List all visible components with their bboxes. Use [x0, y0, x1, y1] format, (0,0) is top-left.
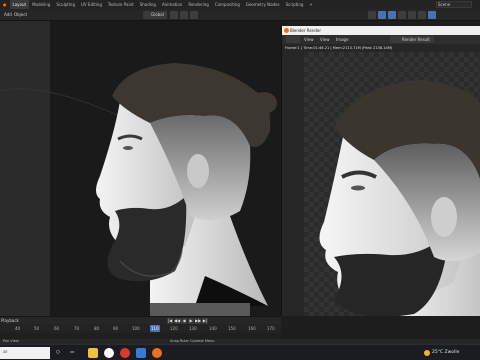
tab-uv-editing[interactable]: UV Editing	[78, 0, 105, 9]
render-canvas[interactable]	[304, 52, 480, 316]
timeline-header: Playback |◀ ◀◀ ◀ ▶ ▶▶ ▶|	[0, 316, 281, 324]
tab-texture-paint[interactable]: Texture Paint	[105, 0, 137, 9]
opera-icon[interactable]	[120, 348, 130, 358]
ruler-tick: 70	[74, 326, 80, 331]
menu-add[interactable]: Add	[4, 11, 12, 18]
3d-viewport[interactable]	[0, 21, 281, 316]
blender-logo-icon	[284, 28, 289, 33]
image-name: Render Result	[402, 37, 430, 42]
ruler-tick: 90	[113, 326, 119, 331]
photos-icon[interactable]	[136, 348, 146, 358]
weather-text[interactable]: 25°C Zwolle	[432, 345, 459, 360]
ruler-tick: 160	[248, 326, 256, 331]
file-explorer-icon[interactable]	[88, 348, 98, 358]
tab-geometry-nodes[interactable]: Geometry Nodes	[243, 0, 283, 9]
blender-logo-icon[interactable]: ●	[0, 0, 10, 9]
workspace-tabs: ● Layout Modeling Sculpting UV Editing T…	[0, 0, 480, 9]
tab-shading[interactable]: Shading	[137, 0, 159, 9]
material-shading-icon[interactable]	[418, 11, 426, 19]
tab-compositing[interactable]: Compositing	[212, 0, 243, 9]
solid-shading-icon[interactable]	[408, 11, 416, 19]
orientation-label: Global	[151, 12, 164, 17]
task-view-icon[interactable]: ▭	[70, 345, 74, 360]
windows-taskbar: ar ○ ▭ 25°C Zwolle	[0, 344, 480, 360]
xray-icon[interactable]	[398, 11, 406, 19]
gizmo-icon[interactable]	[378, 11, 386, 19]
start-icon[interactable]: ○	[56, 345, 60, 360]
snap-icon[interactable]	[180, 11, 188, 19]
tab-scripting[interactable]: Scripting	[283, 0, 307, 9]
render-window-title: Blender Render	[290, 28, 322, 33]
tab-modeling[interactable]: Modeling	[29, 0, 53, 9]
ruler-tick: 40	[15, 326, 21, 331]
viewport-shading-icons	[368, 11, 436, 19]
ruler-tick: 50	[34, 326, 40, 331]
ruler-tick: 140	[209, 326, 217, 331]
snap-icons	[170, 11, 198, 19]
ruler-tick: 150	[228, 326, 236, 331]
menu-object[interactable]: Object	[14, 11, 27, 18]
menu-image[interactable]: Image	[336, 36, 349, 43]
render-titlebar[interactable]: Blender Render	[282, 26, 480, 35]
add-workspace-button[interactable]: +	[306, 2, 315, 7]
menu-view-2[interactable]: View	[320, 36, 330, 43]
viewport-header: Add Object Global	[0, 9, 480, 21]
weather-sun-icon	[424, 350, 430, 356]
overlay-icon[interactable]	[388, 11, 396, 19]
ruler-tick: 100	[132, 326, 140, 331]
ruler-tick: 170	[267, 326, 275, 331]
tab-sculpting[interactable]: Sculpting	[53, 0, 78, 9]
blender-taskbar-icon[interactable]	[152, 348, 162, 358]
render-menubar: View View Image Render Result	[282, 35, 480, 44]
editor-type-button[interactable]	[286, 36, 300, 43]
tab-layout[interactable]: Layout	[9, 0, 30, 9]
proportional-edit-icon[interactable]	[190, 11, 198, 19]
render-head-image	[319, 80, 480, 316]
render-info: Frame:1 | Time:01:46.21 | Mem:2113.71M (…	[285, 46, 393, 50]
current-frame[interactable]: 110	[150, 325, 160, 332]
timeline-ruler[interactable]: 40 50 60 70 80 90 100 110 120 130 140 15…	[0, 324, 281, 333]
taskbar-search-input[interactable]: ar	[0, 347, 50, 359]
ruler-tick: 120	[170, 326, 178, 331]
tab-animation[interactable]: Animation	[159, 0, 185, 9]
render-window[interactable]: Blender Render View View Image Render Re…	[281, 26, 480, 316]
menu-view[interactable]: View	[304, 36, 314, 43]
viewport-head-render	[0, 63, 277, 316]
ruler-tick: 130	[189, 326, 197, 331]
ruler-tick: 60	[54, 326, 60, 331]
rendered-shading-icon[interactable]	[428, 11, 436, 19]
visibility-icon[interactable]	[368, 11, 376, 19]
ruler-tick: 80	[94, 326, 100, 331]
scene-label: Scene	[438, 2, 451, 7]
tab-rendering[interactable]: Rendering	[185, 0, 211, 9]
chrome-icon[interactable]	[104, 348, 114, 358]
pivot-icon[interactable]	[170, 11, 178, 19]
blender-window: ● Layout Modeling Sculpting UV Editing T…	[0, 0, 480, 360]
